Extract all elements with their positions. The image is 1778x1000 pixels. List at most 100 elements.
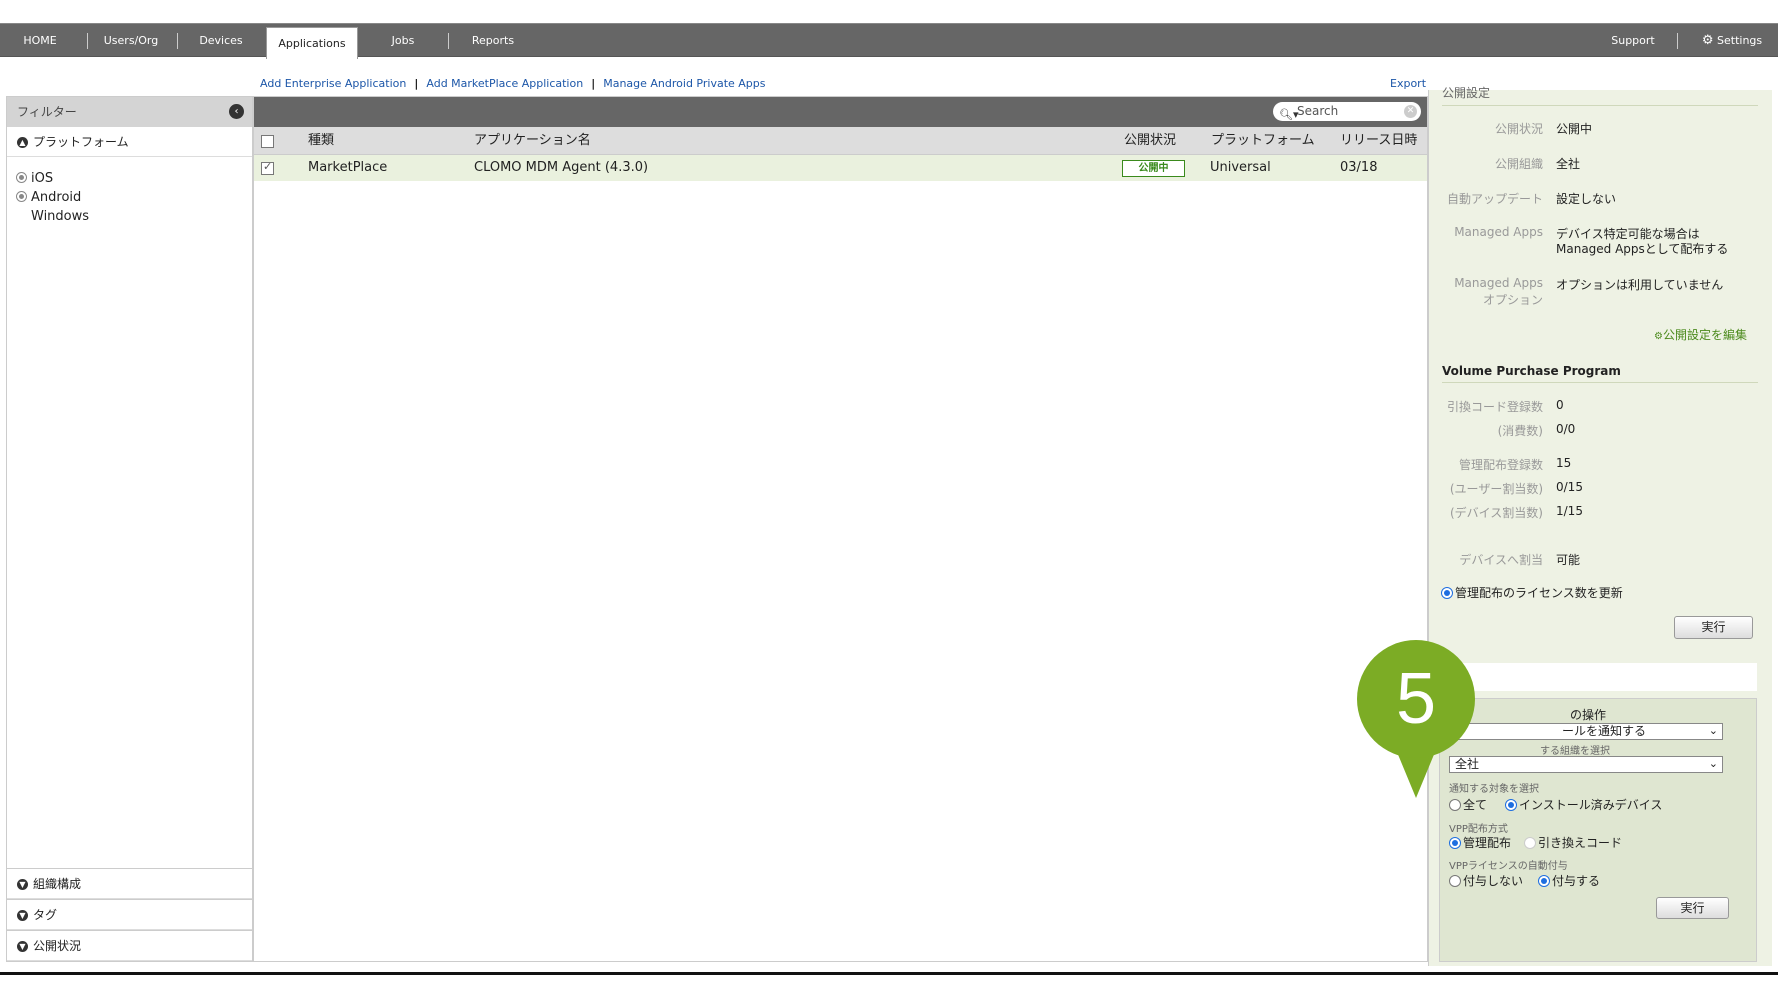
- section-label: 組織構成: [33, 877, 82, 891]
- method-managed-option[interactable]: 管理配布: [1449, 834, 1511, 851]
- col-release-date[interactable]: リリース日時: [1340, 127, 1417, 155]
- export-link[interactable]: Export: [1390, 77, 1426, 90]
- filter-header: フィルター ‹: [7, 97, 252, 127]
- table-row[interactable]: MarketPlace CLOMO MDM Agent (4.3.0) 公開中 …: [254, 155, 1427, 181]
- radio[interactable]: [1524, 836, 1536, 849]
- detail-value: 全社: [1556, 157, 1581, 171]
- vpp-value: 可能: [1556, 553, 1581, 567]
- notify-action-select[interactable]: ールを通知する ⌄: [1449, 723, 1723, 740]
- filter-sidebar: フィルター ‹ ▲ プラットフォーム iOS Android Windows ▼ 組…: [6, 96, 253, 962]
- col-status[interactable]: 公開状況: [1124, 127, 1176, 155]
- vpp-value: 0/0: [1556, 422, 1576, 436]
- manage-android-apps-link[interactable]: Manage Android Private Apps: [603, 77, 765, 90]
- operation-run-button[interactable]: 実行: [1656, 897, 1729, 919]
- select-all-checkbox[interactable]: [261, 135, 274, 148]
- target-all-option[interactable]: 全て: [1449, 796, 1487, 813]
- add-marketplace-app-link[interactable]: Add MarketPlace Application: [426, 77, 583, 90]
- platform-item-windows[interactable]: Windows: [7, 207, 252, 226]
- col-app-name[interactable]: アプリケーション名: [474, 127, 591, 155]
- nav-users-org[interactable]: Users/Org: [95, 24, 167, 58]
- detail-value: 公開中: [1556, 122, 1593, 136]
- run-button[interactable]: 実行: [1674, 616, 1753, 639]
- cell-platform: Universal: [1210, 160, 1271, 175]
- detail-label: 自動アップデート: [1446, 192, 1543, 206]
- expand-down-icon: ▼: [17, 941, 28, 952]
- license-update-option[interactable]: 管理配布のライセンス数を更新: [1441, 584, 1623, 601]
- radio[interactable]: [1449, 836, 1461, 849]
- row-checkbox[interactable]: [261, 160, 274, 175]
- collapse-up-icon: ▲: [17, 137, 28, 148]
- step-marker-number: 5: [1395, 659, 1437, 739]
- vpp-label: (ユーザー割当数): [1449, 482, 1543, 496]
- platform-item-android[interactable]: Android: [7, 188, 252, 207]
- option-label: 引き換えコード: [1538, 836, 1623, 850]
- search-placeholder: Search: [1297, 104, 1339, 118]
- nav-settings[interactable]: ⚙ Settings: [1690, 24, 1774, 58]
- select-value: 全社: [1455, 757, 1480, 771]
- expand-down-icon: ▼: [17, 879, 28, 890]
- collapse-left-icon[interactable]: ‹: [229, 104, 244, 119]
- app-action-links: Add Enterprise Application | Add MarketPla…: [260, 77, 766, 90]
- nav-settings-label: Settings: [1717, 34, 1763, 47]
- nav-jobs[interactable]: Jobs: [368, 24, 438, 58]
- app-list-panel: 🔍︎▾ Search ✕ 種類 アプリケーション名 公開状況 プラットフォーム …: [253, 96, 1428, 962]
- search-icon: 🔍︎▾: [1279, 108, 1299, 121]
- gear-icon: ⚙: [1701, 33, 1714, 48]
- detail-value: 設定しない: [1556, 192, 1617, 206]
- platform-label: iOS: [31, 171, 54, 186]
- detail-label: Managed Apps: [1454, 225, 1543, 239]
- vpp-label: 引換コード登録数: [1446, 400, 1543, 414]
- filter-title: フィルター: [17, 105, 77, 119]
- platform-section-header[interactable]: ▲ プラットフォーム: [7, 127, 252, 157]
- section-org-structure[interactable]: ▼ 組織構成: [7, 868, 252, 899]
- col-platform[interactable]: プラットフォーム: [1211, 127, 1315, 155]
- nav-home[interactable]: HOME: [10, 24, 70, 58]
- search-input[interactable]: 🔍︎▾ Search ✕: [1273, 102, 1421, 121]
- assign-no-option[interactable]: 付与しない: [1449, 872, 1523, 889]
- operation-box: の操作 ールを通知する ⌄ する組織を選択 全社 ⌄ 通知する対象を選択 全て …: [1439, 698, 1757, 962]
- nav-devices[interactable]: Devices: [186, 24, 256, 58]
- vpp-value: 15: [1556, 456, 1572, 470]
- link-divider: |: [591, 77, 596, 90]
- detail-label: Managed Apps: [1454, 276, 1543, 290]
- option-label: 全て: [1463, 798, 1488, 812]
- platform-label: Windows: [31, 209, 90, 224]
- method-code-option[interactable]: 引き換えコード: [1524, 834, 1622, 851]
- app-detail-panel: 公開設定 公開状況 公開中 公開組織 全社 自動アップデート 設定しない Man…: [1428, 86, 1772, 966]
- radio[interactable]: [1449, 798, 1461, 811]
- link-divider: |: [414, 77, 419, 90]
- org-select-label: する組織を選択: [1540, 746, 1610, 757]
- operation-title: の操作: [1570, 708, 1607, 722]
- radio[interactable]: [1505, 798, 1517, 811]
- vpp-header: Volume Purchase Program: [1442, 364, 1758, 383]
- clear-icon[interactable]: ✕: [1404, 105, 1417, 118]
- detail-label: オプション: [1482, 293, 1543, 307]
- org-select[interactable]: 全社 ⌄: [1449, 756, 1723, 773]
- nav-applications[interactable]: Applications: [266, 27, 358, 59]
- license-update-radio[interactable]: [1441, 586, 1453, 599]
- nav-reports[interactable]: Reports: [458, 24, 528, 58]
- target-installed-option[interactable]: インストール済みデバイス: [1505, 796, 1662, 813]
- top-nav: HOME Users/Org Devices Applications Jobs…: [0, 23, 1778, 59]
- edit-publish-settings-link[interactable]: ⚙公開設定を編集: [1654, 326, 1747, 343]
- col-type[interactable]: 種類: [308, 127, 334, 155]
- option-label: 管理配布: [1463, 836, 1512, 850]
- vpp-value: 0/15: [1556, 480, 1583, 494]
- vpp-value: 1/15: [1556, 504, 1583, 518]
- vpp-label: (デバイス割当数): [1449, 506, 1543, 520]
- section-publish-status[interactable]: ▼ 公開状況: [7, 930, 252, 961]
- assign-yes-option[interactable]: 付与する: [1538, 872, 1600, 889]
- gear-icon: ⚙: [1654, 331, 1663, 342]
- radio[interactable]: [1538, 874, 1550, 887]
- nav-divider: [177, 33, 178, 49]
- edit-link-label: 公開設定を編集: [1662, 328, 1747, 342]
- platform-section-title: プラットフォーム: [33, 135, 129, 149]
- nav-divider: [87, 33, 88, 49]
- radio[interactable]: [1449, 874, 1461, 887]
- nav-support[interactable]: Support: [1598, 24, 1668, 58]
- platform-item-ios[interactable]: iOS: [7, 169, 252, 188]
- section-tags[interactable]: ▼ タグ: [7, 899, 252, 930]
- add-enterprise-app-link[interactable]: Add Enterprise Application: [260, 77, 406, 90]
- detail-label: 公開組織: [1494, 157, 1543, 171]
- chevron-down-icon: ⌄: [1708, 757, 1718, 770]
